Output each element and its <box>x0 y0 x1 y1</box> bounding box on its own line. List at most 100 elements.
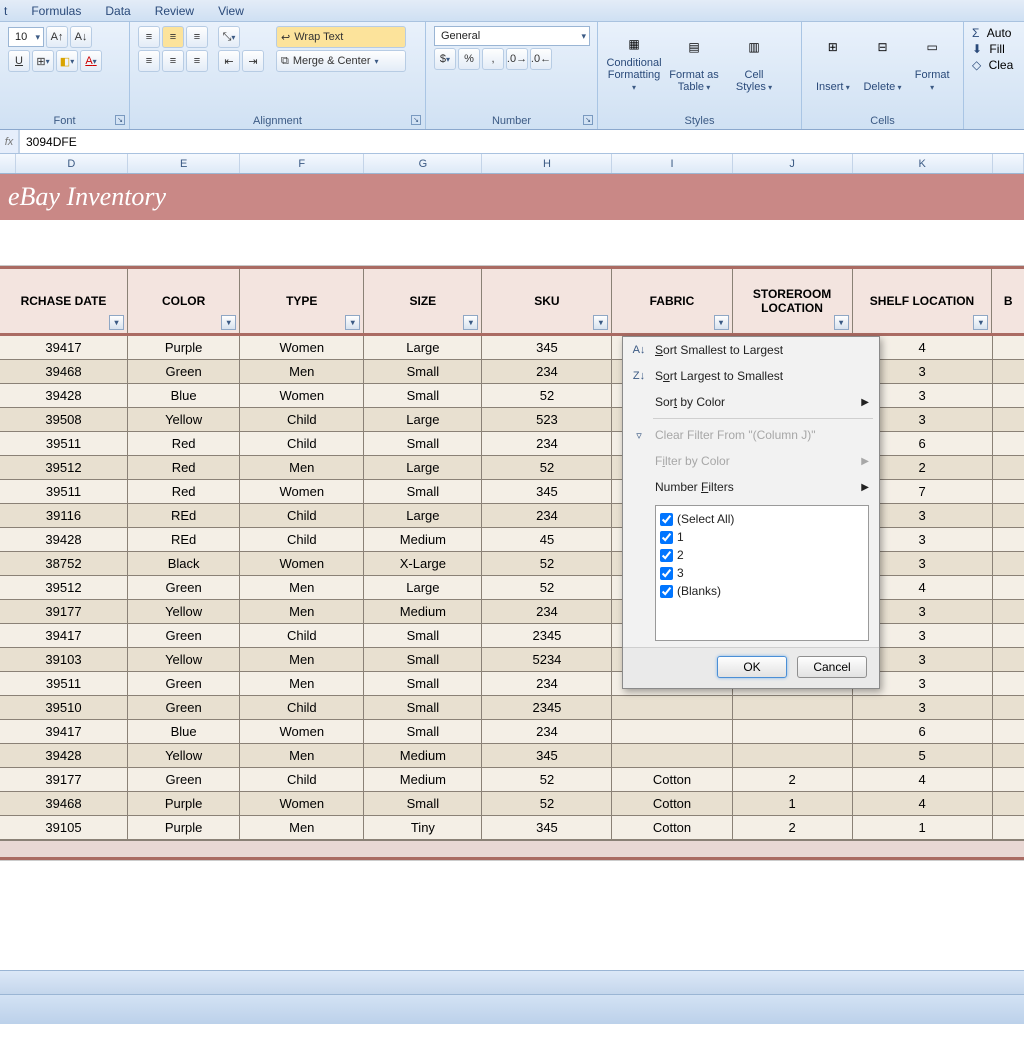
cell[interactable]: 39177 <box>0 768 128 792</box>
decrease-decimal-button[interactable]: .0← <box>530 48 552 70</box>
cell[interactable] <box>993 768 1024 792</box>
format-button[interactable]: ▭Format <box>909 26 955 98</box>
cell[interactable]: 345 <box>482 480 612 504</box>
cell[interactable]: Yellow <box>128 600 240 624</box>
format-as-table-button[interactable]: ▤Format as Table <box>666 26 722 98</box>
cell[interactable]: Yellow <box>128 648 240 672</box>
cell[interactable]: 39508 <box>0 408 128 432</box>
filter-icon[interactable]: ▾ <box>109 315 124 330</box>
cell[interactable]: Women <box>240 720 364 744</box>
comma-button[interactable]: , <box>482 48 504 70</box>
cell[interactable]: 39103 <box>0 648 128 672</box>
cell[interactable]: Small <box>364 648 482 672</box>
cell[interactable]: 39468 <box>0 360 128 384</box>
cell[interactable]: Women <box>240 792 364 816</box>
cell[interactable]: Yellow <box>128 744 240 768</box>
increase-decimal-button[interactable]: .0→ <box>506 48 528 70</box>
cell[interactable]: 39177 <box>0 600 128 624</box>
cell[interactable]: REd <box>128 528 240 552</box>
percent-button[interactable]: % <box>458 48 480 70</box>
cell[interactable]: 39428 <box>0 528 128 552</box>
wrap-text-button[interactable]: ↩Wrap Text <box>276 26 406 48</box>
align-right-button[interactable]: ≡ <box>186 50 208 72</box>
cell[interactable]: 6 <box>853 720 993 744</box>
grow-font-button[interactable]: A↑ <box>46 26 68 48</box>
cell[interactable] <box>733 696 853 720</box>
cell[interactable]: 52 <box>482 384 612 408</box>
cell[interactable]: Men <box>240 816 364 840</box>
checkbox[interactable] <box>660 513 673 526</box>
fill-button[interactable]: Fill <box>989 42 1004 56</box>
cell[interactable]: Small <box>364 624 482 648</box>
filter-check-item[interactable]: 3 <box>660 564 864 582</box>
sheet-tab-strip[interactable] <box>0 970 1024 994</box>
fill-icon[interactable]: ⬇ <box>972 42 982 56</box>
cell[interactable] <box>993 456 1024 480</box>
cell[interactable]: 234 <box>482 432 612 456</box>
filter-icon[interactable]: ▾ <box>714 315 729 330</box>
cell[interactable] <box>993 408 1024 432</box>
col-header-i[interactable]: I <box>612 154 732 173</box>
cell[interactable]: Green <box>128 624 240 648</box>
cell[interactable]: Green <box>128 576 240 600</box>
col-header-k[interactable]: K <box>853 154 993 173</box>
cell[interactable]: Women <box>240 336 364 360</box>
cell[interactable]: Women <box>240 384 364 408</box>
font-color-button[interactable]: A <box>80 50 102 72</box>
align-top-button[interactable]: ≡ <box>138 26 160 48</box>
filter-icon[interactable]: ▾ <box>463 315 478 330</box>
cell[interactable]: Small <box>364 432 482 456</box>
cell[interactable]: Small <box>364 480 482 504</box>
cell[interactable]: 234 <box>482 504 612 528</box>
dialog-launcher-icon[interactable]: ↘ <box>583 115 593 125</box>
col-header-e[interactable]: E <box>128 154 240 173</box>
cell[interactable]: 39510 <box>0 696 128 720</box>
merge-center-button[interactable]: ⧉Merge & Center <box>276 50 406 72</box>
cell[interactable]: Tiny <box>364 816 482 840</box>
sort-descending[interactable]: Z↓Sort Largest to Smallest <box>623 363 879 389</box>
cell[interactable]: 39417 <box>0 720 128 744</box>
cell[interactable]: Red <box>128 432 240 456</box>
table-row[interactable]: 39177GreenChildMedium52Cotton24 <box>0 768 1024 792</box>
ok-button[interactable]: OK <box>717 656 787 678</box>
cell[interactable]: Child <box>240 408 364 432</box>
cell[interactable]: 1 <box>853 816 993 840</box>
cell[interactable]: Red <box>128 456 240 480</box>
filter-check-item[interactable]: 2 <box>660 546 864 564</box>
cell[interactable] <box>993 336 1024 360</box>
cell[interactable]: Large <box>364 336 482 360</box>
cell[interactable]: Blue <box>128 720 240 744</box>
cell[interactable]: Small <box>364 384 482 408</box>
filter-icon[interactable]: ▾ <box>345 315 360 330</box>
cell[interactable]: 234 <box>482 600 612 624</box>
cell-styles-button[interactable]: ▥Cell Styles <box>726 26 782 98</box>
cell[interactable]: 4 <box>853 792 993 816</box>
table-row[interactable]: 39428YellowMenMedium3455 <box>0 744 1024 768</box>
sort-ascending[interactable]: A↓Sort Smallest to Largest <box>623 337 879 363</box>
cell[interactable]: 39511 <box>0 432 128 456</box>
cell[interactable]: 2345 <box>482 696 612 720</box>
cell[interactable]: Men <box>240 672 364 696</box>
cell[interactable] <box>993 576 1024 600</box>
cell[interactable] <box>993 432 1024 456</box>
cell[interactable]: Purple <box>128 816 240 840</box>
increase-indent-button[interactable]: ⇥ <box>242 50 264 72</box>
cell[interactable]: 45 <box>482 528 612 552</box>
filter-check-item[interactable]: 1 <box>660 528 864 546</box>
cell[interactable]: Large <box>364 576 482 600</box>
cell[interactable]: Large <box>364 504 482 528</box>
cell[interactable] <box>993 720 1024 744</box>
cell[interactable] <box>733 744 853 768</box>
cell[interactable]: 39428 <box>0 384 128 408</box>
menu-item[interactable]: t <box>4 4 7 18</box>
checkbox[interactable] <box>660 585 673 598</box>
underline-button[interactable]: U <box>8 50 30 72</box>
cell[interactable]: 3 <box>853 696 993 720</box>
decrease-indent-button[interactable]: ⇤ <box>218 50 240 72</box>
menu-item-view[interactable]: View <box>218 4 244 18</box>
cell[interactable]: 2 <box>733 816 853 840</box>
cell[interactable]: Men <box>240 744 364 768</box>
cell[interactable]: Men <box>240 648 364 672</box>
cell[interactable]: 345 <box>482 816 612 840</box>
cell[interactable]: Medium <box>364 768 482 792</box>
